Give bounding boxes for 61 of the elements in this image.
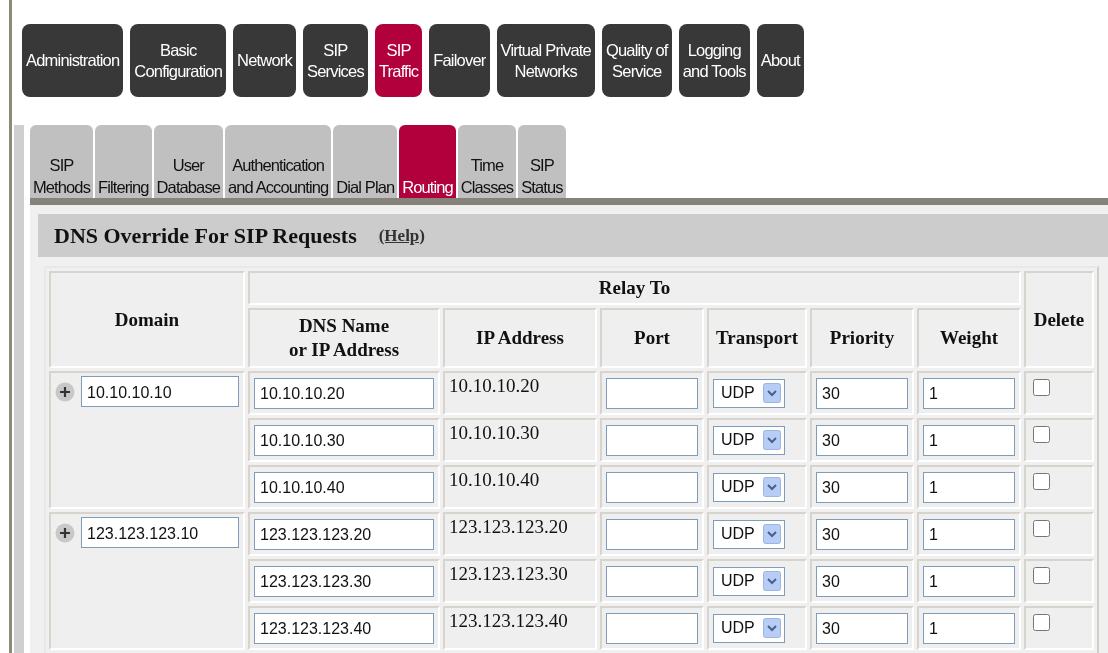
ip-address: 123.123.123.30 <box>449 563 568 584</box>
priority-field[interactable]: 30 <box>816 377 908 409</box>
ip-address: 10.10.10.20 <box>449 375 540 396</box>
nav-button[interactable]: Administration <box>22 24 124 97</box>
nav-button[interactable]: Basic Configuration <box>130 24 227 97</box>
nav-button[interactable]: Network <box>233 24 296 97</box>
column-header: Domain <box>49 271 245 368</box>
transport-select[interactable]: UDP <box>713 613 785 643</box>
section-title: DNS Override For SIP Requests <box>54 222 357 249</box>
weight-field[interactable]: 1 <box>923 377 1015 409</box>
transport-select[interactable]: UDP <box>713 566 785 596</box>
tab[interactable]: Dial Plan <box>333 125 398 198</box>
column-header: Delete <box>1024 271 1094 368</box>
nav-button[interactable]: SIP Traffic <box>374 24 423 97</box>
nav-button[interactable]: About <box>756 24 804 97</box>
transport-select[interactable]: UDP <box>713 425 785 455</box>
weight-field[interactable]: 1 <box>923 471 1015 503</box>
tab[interactable]: SIP Methods <box>30 125 93 198</box>
weight-field[interactable]: 1 <box>923 518 1015 550</box>
dns-name-field[interactable]: 123.123.123.40 <box>254 612 434 644</box>
ip-address: 123.123.123.20 <box>449 516 568 537</box>
tab[interactable]: Time Classes <box>457 125 517 198</box>
tab[interactable]: Filtering <box>95 125 152 198</box>
dns-name-field[interactable]: 123.123.123.20 <box>254 518 434 550</box>
weight-field[interactable]: 1 <box>923 565 1015 597</box>
nav-button[interactable]: Virtual Private Networks <box>496 24 595 97</box>
dns-name-field[interactable]: 123.123.123.30 <box>254 565 434 597</box>
nav-button[interactable]: Quality of Service <box>601 24 672 97</box>
priority-field[interactable]: 30 <box>816 518 908 550</box>
tab[interactable]: User Database <box>153 125 224 198</box>
column-group-header: Relay To <box>248 271 1021 305</box>
ip-address: 10.10.10.30 <box>449 422 540 443</box>
column-header: Transport <box>707 308 807 368</box>
nav-button[interactable]: Logging and Tools <box>678 24 750 97</box>
domain-field[interactable]: 123.123.123.10 <box>81 517 239 548</box>
help-link[interactable]: (Help) <box>378 225 425 246</box>
ip-address: 10.10.10.40 <box>449 469 540 490</box>
nav-button[interactable]: Failover <box>429 24 490 97</box>
tab[interactable]: SIP Status <box>518 125 566 198</box>
tab[interactable]: Routing <box>399 125 456 198</box>
column-header: Port <box>600 308 704 368</box>
domain-field[interactable]: 10.10.10.10 <box>81 376 239 407</box>
weight-field[interactable]: 1 <box>923 424 1015 456</box>
dns-name-field[interactable]: 10.10.10.30 <box>254 424 434 456</box>
column-header: IP Address <box>443 308 597 368</box>
weight-field[interactable]: 1 <box>923 612 1015 644</box>
column-header: DNS Name or IP Address <box>248 308 440 368</box>
priority-field[interactable]: 30 <box>816 612 908 644</box>
transport-select[interactable]: UDP <box>713 472 785 502</box>
dns-name-field[interactable]: 10.10.10.20 <box>254 377 434 409</box>
transport-select[interactable]: UDP <box>713 519 785 549</box>
nav-button[interactable]: SIP Services <box>303 24 368 97</box>
priority-field[interactable]: 30 <box>816 565 908 597</box>
transport-select[interactable]: UDP <box>713 378 785 408</box>
priority-field[interactable]: 30 <box>816 471 908 503</box>
column-header: Priority <box>810 308 914 368</box>
column-header: Weight <box>917 308 1021 368</box>
priority-field[interactable]: 30 <box>816 424 908 456</box>
ip-address: 123.123.123.40 <box>449 610 568 631</box>
dns-name-field[interactable]: 10.10.10.40 <box>254 471 434 503</box>
tab[interactable]: Authentication and Accounting <box>225 125 332 198</box>
